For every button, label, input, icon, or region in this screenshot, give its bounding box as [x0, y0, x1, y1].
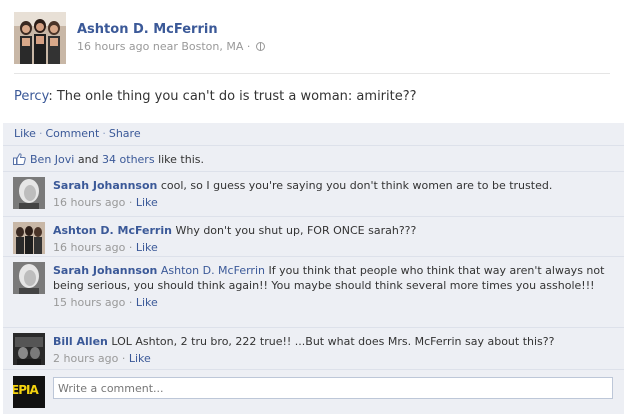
- status-text: : The onle thing you can't do is trust a…: [48, 89, 417, 104]
- meta-separator: ·: [128, 241, 133, 254]
- feedback-panel: Like · Comment · Share Ben Jovi and 34 other…: [3, 123, 624, 414]
- comment-like-button[interactable]: Like: [136, 196, 158, 209]
- divider: [14, 73, 610, 74]
- action-separator: ·: [38, 127, 43, 140]
- commenter-name[interactable]: Bill Allen: [53, 335, 108, 348]
- comment-like-button[interactable]: Like: [136, 241, 158, 254]
- comment-time[interactable]: 16 hours ago: [53, 196, 125, 209]
- post-meta: 16 hours ago near Boston, MA ·: [77, 40, 265, 53]
- post-actions: Like · Comment · Share: [14, 127, 141, 140]
- commenter-avatar[interactable]: [13, 177, 45, 209]
- thumbs-up-icon: [13, 153, 26, 168]
- comment-like-button[interactable]: Like: [129, 352, 151, 365]
- commenter-avatar[interactable]: [13, 333, 45, 365]
- meta-separator: ·: [128, 296, 133, 309]
- comment-text: cool, so I guess you're saying you don't…: [160, 179, 553, 192]
- divider: [3, 145, 624, 146]
- comment-like-button[interactable]: Like: [136, 296, 158, 309]
- comment-item: Bill Allen LOL Ashton, 2 tru bro, 222 tr…: [3, 333, 624, 371]
- share-button[interactable]: Share: [109, 127, 141, 140]
- comment-button[interactable]: Comment: [45, 127, 99, 140]
- comment-time[interactable]: 2 hours ago: [53, 352, 118, 365]
- comment-composer: EPIA: [13, 376, 613, 408]
- meta-separator: ·: [128, 196, 133, 209]
- comment-time[interactable]: 15 hours ago: [53, 296, 125, 309]
- meta-separator: ·: [121, 352, 126, 365]
- like-button[interactable]: Like: [14, 127, 36, 140]
- comment-input[interactable]: [53, 377, 613, 399]
- commenter-name[interactable]: Ashton D. McFerrin: [53, 224, 172, 237]
- divider: [3, 327, 624, 328]
- divider: [3, 171, 624, 172]
- comment-item: Sarah Johannson Ashton D. McFerrin If yo…: [3, 262, 624, 326]
- author-avatar[interactable]: [14, 12, 66, 64]
- likes-summary: Ben Jovi and 34 others like this.: [13, 153, 204, 168]
- globe-icon[interactable]: [255, 42, 265, 51]
- current-user-avatar: EPIA: [13, 376, 45, 408]
- liker-name[interactable]: Ben Jovi: [30, 153, 74, 166]
- post-header: Ashton D. McFerrin 16 hours ago near Bos…: [14, 12, 614, 64]
- likes-and: and: [77, 153, 99, 166]
- status-message: Percy: The onle thing you can't do is tr…: [14, 89, 417, 104]
- avatar-logo-text: EPIA: [13, 383, 39, 397]
- post-author-name[interactable]: Ashton D. McFerrin: [77, 22, 218, 37]
- divider: [3, 216, 624, 217]
- commenter-name[interactable]: Sarah Johannson: [53, 264, 157, 277]
- commenter-avatar[interactable]: [13, 222, 45, 254]
- tagged-name[interactable]: Percy: [14, 89, 48, 104]
- divider: [3, 256, 624, 257]
- action-separator: ·: [102, 127, 106, 140]
- divider: [3, 369, 624, 370]
- comment-time[interactable]: 16 hours ago: [53, 241, 125, 254]
- likes-others-link[interactable]: 34 others: [102, 153, 155, 166]
- mentioned-user[interactable]: Ashton D. McFerrin: [161, 264, 265, 277]
- commenter-avatar[interactable]: [13, 262, 45, 294]
- comment-item: Sarah Johannson cool, so I guess you're …: [3, 177, 624, 217]
- commenter-name[interactable]: Sarah Johannson: [53, 179, 157, 192]
- meta-separator: ·: [246, 40, 251, 53]
- likes-suffix: like this.: [158, 153, 204, 166]
- comment-text: Why don't you shut up, FOR ONCE sarah???: [175, 224, 417, 237]
- comment-text: LOL Ashton, 2 tru bro, 222 true!! ...But…: [111, 335, 555, 348]
- post-timestamp-location[interactable]: 16 hours ago near Boston, MA: [77, 40, 243, 53]
